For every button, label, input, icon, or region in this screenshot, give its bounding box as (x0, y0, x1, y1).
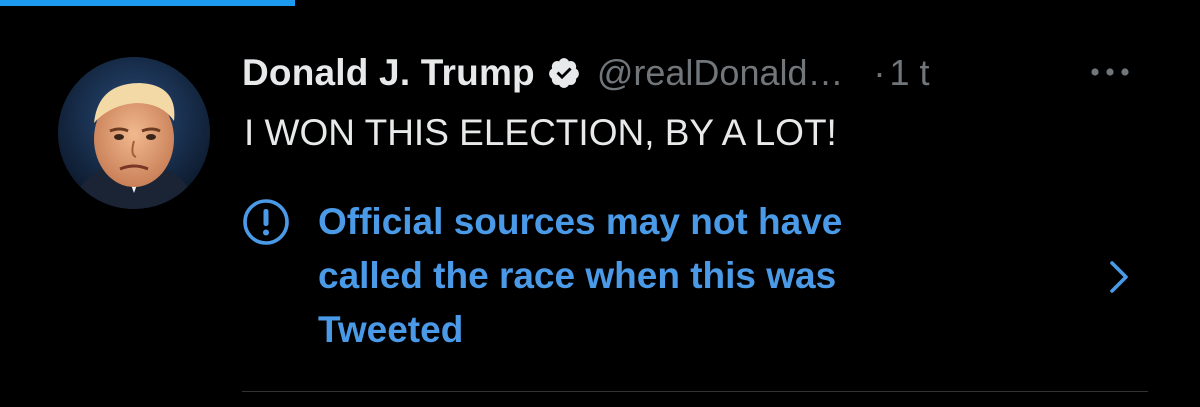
verified-badge-icon (547, 56, 581, 90)
avatar-image (58, 57, 210, 209)
chevron-right-icon (1104, 257, 1134, 297)
more-options-button[interactable] (1086, 54, 1134, 90)
election-label-notice[interactable]: Official sources may not have called the… (242, 195, 1152, 355)
active-tab-indicator (0, 0, 295, 6)
avatar[interactable] (58, 57, 210, 209)
author-handle[interactable]: @realDonald… (597, 52, 844, 94)
exclamation-circle-icon (242, 198, 290, 246)
tweet-header: Donald J. Trump @realDonald… · 1 t (242, 50, 1152, 96)
more-horizontal-icon (1091, 68, 1129, 76)
notice-line: Tweeted (318, 309, 464, 350)
timestamp-separator: · (873, 52, 886, 93)
tweet-text: I WON THIS ELECTION, BY A LOT! (244, 112, 837, 153)
timestamp[interactable]: 1 t (890, 52, 930, 94)
notice-line: called the race when this was (318, 255, 837, 296)
author-display-name[interactable]: Donald J. Trump (242, 52, 535, 94)
tweet-divider (242, 391, 1148, 392)
notice-line: Official sources may not have (318, 201, 843, 242)
notice-text: Official sources may not have called the… (318, 195, 1018, 357)
